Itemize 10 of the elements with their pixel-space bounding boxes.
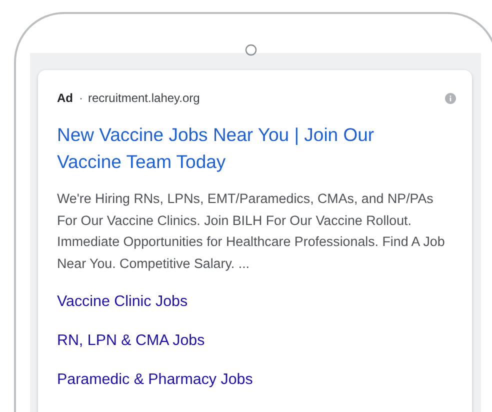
sitelink[interactable]: Paramedic & Pharmacy Jobs xyxy=(57,370,454,390)
ad-domain: recruitment.lahey.org xyxy=(88,91,200,105)
separator: · xyxy=(79,91,83,105)
ad-label: Ad xyxy=(57,91,73,105)
ad-description: We're Hiring RNs, LPNs, EMT/Paramedics, CMAs, and NP/PAs For Our Vaccine Clinics. Join BILH For Our Vaccine Rollout. Immediate Opportunities for Healthcare Professionals. Find A Job Near You. Competitive Salary. ... xyxy=(57,190,446,273)
sitelink[interactable]: RN, LPN & CMA Jobs xyxy=(57,331,454,351)
camera-icon xyxy=(245,44,257,56)
ad-title-link[interactable]: New Vaccine Jobs Near You | Join Our Vaccine Team Today xyxy=(57,121,407,175)
sitelink[interactable]: Vaccine Clinic Jobs xyxy=(57,292,454,312)
info-icon[interactable] xyxy=(445,92,456,104)
